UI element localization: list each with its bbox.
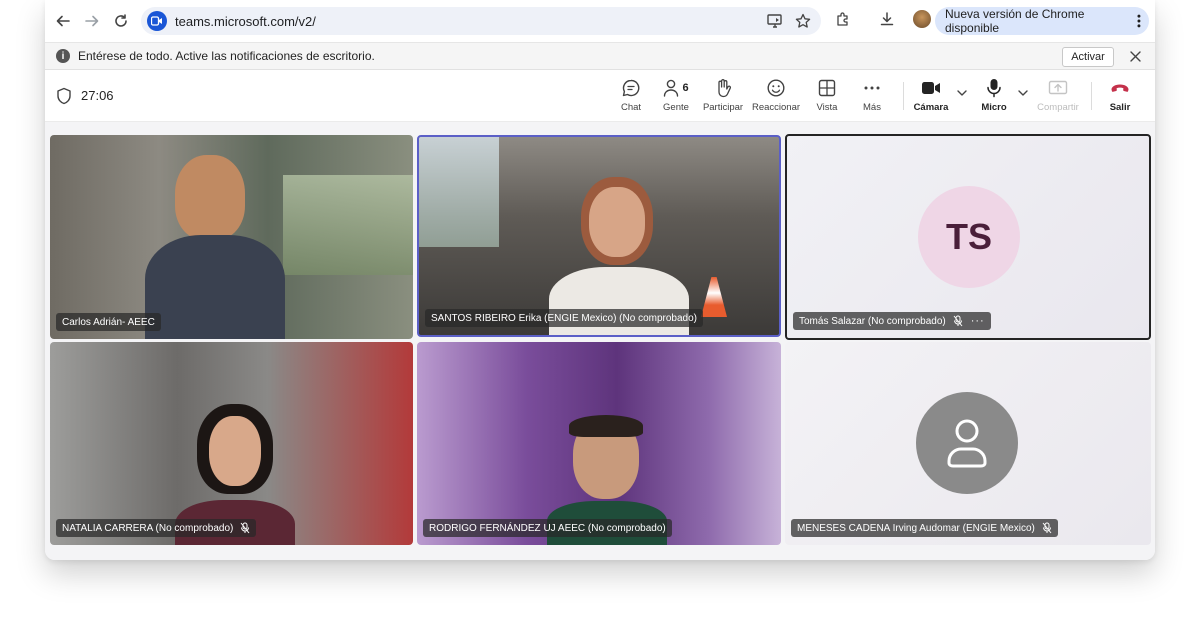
participant-name: SANTOS RIBEIRO Erika (ENGIE Mexico) (No … xyxy=(431,312,697,324)
participant-name: Carlos Adrián- AEEC xyxy=(62,316,155,328)
video-cone xyxy=(701,277,727,317)
person-icon xyxy=(947,419,987,468)
more-label: Más xyxy=(863,102,881,113)
participant-tile[interactable]: TS Tomás Salazar (No comprobado) ··· xyxy=(785,134,1151,340)
participant-name-badge: Carlos Adrián- AEEC xyxy=(56,313,161,331)
back-button[interactable] xyxy=(49,7,77,35)
share-button[interactable]: Compartir xyxy=(1034,78,1082,113)
react-label: Reaccionar xyxy=(751,102,801,113)
close-notification-button[interactable] xyxy=(1127,48,1143,64)
react-button[interactable]: Reaccionar xyxy=(752,78,800,113)
url-text: teams.microsoft.com/v2/ xyxy=(175,13,316,29)
notification-bar: i Entérese de todo. Active las notificac… xyxy=(45,42,1155,70)
notification-text: Entérese de todo. Active las notificacio… xyxy=(78,49,375,63)
participant-tile[interactable]: NATALIA CARRERA (No comprobado) xyxy=(50,342,413,545)
participant-name-badge: MENESES CADENA Irving Audomar (ENGIE Mex… xyxy=(791,519,1058,537)
enable-notifications-button[interactable]: Activar xyxy=(1062,47,1114,67)
camera-icon xyxy=(922,82,940,94)
address-bar[interactable]: teams.microsoft.com/v2/ xyxy=(141,7,821,35)
participant-name-badge: RODRIGO FERNÁNDEZ UJ AEEC (No comprobado… xyxy=(423,519,672,537)
share-screen-icon xyxy=(1048,80,1068,95)
browser-toolbar: teams.microsoft.com/v2/ Nueva versión de… xyxy=(45,0,1155,42)
arrow-right-icon xyxy=(85,15,99,27)
reload-icon xyxy=(115,14,127,27)
people-icon xyxy=(664,79,679,97)
chat-button[interactable]: Chat xyxy=(607,78,655,113)
camera-button[interactable]: Cámara xyxy=(907,78,955,113)
video-gallery: Carlos Adrián- AEEC SANTOS RIBEIRO Erika… xyxy=(45,122,1155,560)
share-label: Compartir xyxy=(1037,102,1079,113)
view-button[interactable]: Vista xyxy=(803,78,851,113)
meeting-toolbar: 27:06 Chat 6 Gente Participar Reaccionar… xyxy=(45,70,1155,122)
people-button[interactable]: 6 Gente xyxy=(652,78,700,113)
camera-options-chevron[interactable] xyxy=(957,88,967,99)
reload-button[interactable] xyxy=(107,7,135,35)
bookmark-star-icon[interactable] xyxy=(793,11,813,31)
hang-up-icon xyxy=(1111,84,1129,92)
toolbar-divider xyxy=(1091,82,1092,110)
chrome-update-label: Nueva versión de Chrome disponible xyxy=(945,7,1085,35)
arrow-left-icon xyxy=(56,15,70,27)
forward-button[interactable] xyxy=(78,7,106,35)
chevron-down-icon xyxy=(957,90,967,96)
mic-button[interactable]: Micro xyxy=(970,78,1018,113)
smiley-icon xyxy=(767,79,785,97)
more-button[interactable]: Más xyxy=(848,78,896,113)
teams-site-icon xyxy=(147,11,167,31)
participant-name: RODRIGO FERNÁNDEZ UJ AEEC (No comprobado… xyxy=(429,522,666,534)
more-options-icon[interactable]: ··· xyxy=(971,315,985,327)
participant-tile[interactable]: SANTOS RIBEIRO Erika (ENGIE Mexico) (No … xyxy=(417,135,781,337)
browser-window: teams.microsoft.com/v2/ Nueva versión de… xyxy=(45,0,1155,560)
raise-hand-button[interactable]: Participar xyxy=(699,78,747,113)
leave-button[interactable]: Salir xyxy=(1096,78,1144,113)
camera-label: Cámara xyxy=(913,102,949,113)
people-label: Gente xyxy=(663,102,689,113)
chat-icon xyxy=(622,79,640,97)
raise-hand-label: Participar xyxy=(702,102,744,113)
participant-name: MENESES CADENA Irving Audomar (ENGIE Mex… xyxy=(797,522,1035,534)
people-count: 6 xyxy=(682,82,689,94)
participant-initials-avatar: TS xyxy=(918,186,1020,288)
participant-name-badge: NATALIA CARRERA (No comprobado) xyxy=(56,519,257,537)
video-person xyxy=(145,155,285,339)
participant-name: Tomás Salazar (No comprobado) xyxy=(799,315,946,327)
kebab-menu-icon xyxy=(1137,14,1141,28)
profile-avatar[interactable] xyxy=(913,10,931,28)
microphone-icon xyxy=(987,79,1001,98)
video-background-window xyxy=(419,137,499,247)
info-icon: i xyxy=(56,49,70,63)
meeting-timer: 27:06 xyxy=(81,88,114,103)
download-icon[interactable] xyxy=(877,9,897,29)
chat-label: Chat xyxy=(620,102,642,113)
mic-off-icon xyxy=(953,315,963,327)
close-icon xyxy=(1129,50,1141,62)
participant-name: NATALIA CARRERA (No comprobado) xyxy=(62,522,234,534)
participant-name-badge: SANTOS RIBEIRO Erika (ENGIE Mexico) (No … xyxy=(425,309,703,327)
cast-icon[interactable] xyxy=(765,11,785,31)
video-background-window xyxy=(283,175,413,275)
extensions-icon[interactable] xyxy=(833,9,853,29)
more-horizontal-icon xyxy=(864,86,880,90)
toolbar-divider xyxy=(903,82,904,110)
shield-icon xyxy=(57,87,71,105)
participant-name-badge: Tomás Salazar (No comprobado) ··· xyxy=(793,312,991,330)
grid-view-icon xyxy=(818,79,836,97)
mic-options-chevron[interactable] xyxy=(1018,88,1028,99)
view-label: Vista xyxy=(816,102,838,113)
participant-tile[interactable]: Carlos Adrián- AEEC xyxy=(50,135,413,339)
raise-hand-icon xyxy=(718,79,732,98)
participant-tile[interactable]: MENESES CADENA Irving Audomar (ENGIE Mex… xyxy=(785,342,1151,545)
chevron-down-icon xyxy=(1018,90,1028,96)
participant-tile[interactable]: RODRIGO FERNÁNDEZ UJ AEEC (No comprobado… xyxy=(417,342,781,545)
mic-off-icon xyxy=(240,522,250,534)
mic-off-icon xyxy=(1042,522,1052,534)
mic-label: Micro xyxy=(981,102,1007,113)
leave-label: Salir xyxy=(1109,102,1131,113)
default-avatar xyxy=(916,392,1018,494)
chrome-update-button[interactable]: Nueva versión de Chrome disponible xyxy=(935,7,1149,35)
